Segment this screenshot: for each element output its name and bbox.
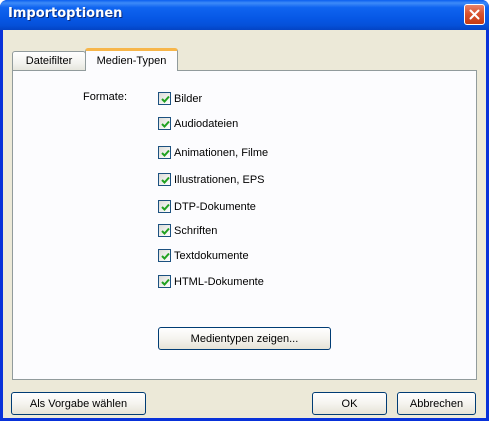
dialog-body: Dateifilter Medien-Typen Formate: Bilder… (3, 30, 486, 418)
checkbox-html-dokumente[interactable]: HTML-Dokumente (158, 274, 264, 289)
checkbox-schriften[interactable]: Schriften (158, 223, 217, 238)
checkbox-box[interactable] (158, 249, 171, 262)
checkbox-label: Audiodateien (174, 117, 239, 130)
tab-medien-typen-label: Medien-Typen (96, 55, 167, 67)
tab-dateifilter-label: Dateifilter (25, 55, 73, 67)
window-title: Importoptionen (8, 6, 123, 21)
checkbox-label: Schriften (174, 224, 218, 237)
dialog-window: Importoptionen Dateifilter Medien-Typen … (0, 0, 489, 421)
checkbox-box[interactable] (158, 275, 171, 288)
checkmark-icon (161, 176, 170, 184)
checkbox-box[interactable] (158, 173, 171, 186)
checkbox-label: HTML-Dokumente (174, 275, 264, 288)
checkmark-icon (161, 203, 170, 211)
show-media-types-button[interactable]: Medientypen zeigen... (158, 327, 331, 350)
checkmark-icon (161, 252, 170, 260)
checkbox-box[interactable] (158, 146, 171, 159)
checkmark-icon (161, 120, 170, 128)
checkbox-label: Textdokumente (174, 249, 249, 262)
title-bar[interactable]: Importoptionen (0, 0, 489, 30)
tab-medien-typen[interactable]: Medien-Typen (85, 48, 178, 71)
formate-label: Formate: (83, 91, 128, 103)
checkbox-label: Illustrationen, EPS (174, 173, 265, 186)
checkbox-textdokumente[interactable]: Textdokumente (158, 248, 249, 263)
checkbox-label: DTP-Dokumente (174, 200, 256, 213)
checkbox-box[interactable] (158, 117, 171, 130)
checkbox-dtp-dokumente[interactable]: DTP-Dokumente (158, 199, 256, 214)
checkbox-box[interactable] (158, 224, 171, 237)
checkbox-box[interactable] (158, 200, 171, 213)
checkbox-audiodateien[interactable]: Audiodateien (158, 116, 238, 131)
ok-label: OK (341, 397, 358, 410)
checkbox-box[interactable] (158, 92, 171, 105)
checkmark-icon (161, 149, 170, 157)
show-media-types-label: Medientypen zeigen... (190, 332, 299, 345)
checkbox-bilder[interactable]: Bilder (158, 91, 202, 106)
checkbox-label: Bilder (174, 92, 203, 105)
set-default-button[interactable]: Als Vorgabe wählen (11, 392, 146, 415)
cancel-label: Abbrechen (409, 397, 464, 410)
close-icon (469, 9, 480, 20)
checkmark-icon (161, 95, 170, 103)
checkmark-icon (161, 278, 170, 286)
close-button[interactable] (464, 4, 485, 25)
checkbox-label: Animationen, Filme (174, 146, 269, 159)
checkbox-animationen-filme[interactable]: Animationen, Filme (158, 145, 268, 160)
cancel-button[interactable]: Abbrechen (397, 392, 476, 415)
ok-button[interactable]: OK (312, 392, 387, 415)
checkmark-icon (161, 227, 170, 235)
set-default-label: Als Vorgabe wählen (29, 397, 128, 410)
tab-dateifilter[interactable]: Dateifilter (12, 51, 86, 70)
checkbox-illustrationen-eps[interactable]: Illustrationen, EPS (158, 172, 265, 187)
